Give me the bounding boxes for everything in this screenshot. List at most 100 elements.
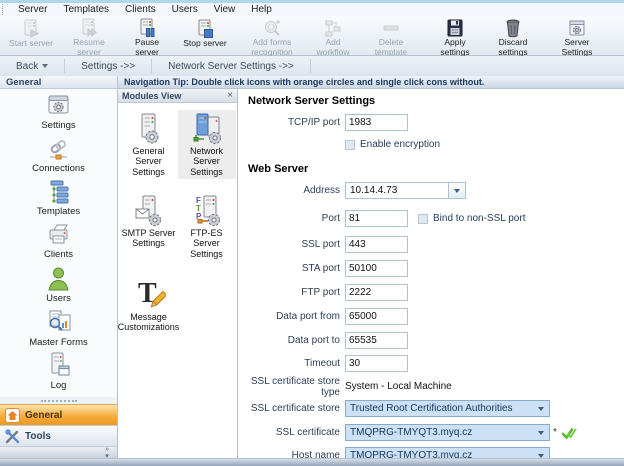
pause-server-label: Pause server	[122, 38, 172, 58]
sidebar-header: General	[0, 76, 118, 89]
tcp-port-input[interactable]	[345, 114, 408, 131]
clients-icon	[45, 222, 72, 248]
resume-server-label: Resume server	[64, 38, 114, 58]
address-dropdown-button[interactable]	[448, 182, 466, 199]
data-port-to-row: Data port to	[248, 332, 408, 349]
ftp-port-input[interactable]	[345, 284, 408, 301]
timeout-input[interactable]	[345, 355, 408, 372]
sidebar-item-connections[interactable]: Connections	[32, 136, 85, 179]
chevron-down-icon	[538, 431, 544, 435]
menu-users[interactable]: Users	[164, 4, 206, 15]
close-icon[interactable]: ×	[227, 90, 233, 101]
sidebar-tab-general[interactable]: General	[0, 404, 117, 425]
enable-encryption-checkbox[interactable]	[345, 140, 355, 150]
modules-panel-title: Modules View	[122, 91, 181, 101]
ssl-certificate-label: SSL certificate	[248, 427, 340, 438]
server-settings-button[interactable]: Server Settings	[548, 16, 606, 55]
cert-store-combobox[interactable]: Trusted Root Certification Authorities	[345, 400, 550, 417]
ssl-certificate-row: SSL certificate TMQPRG-TMYQT3.myq.cz *	[248, 424, 577, 441]
crumb-separator	[310, 59, 311, 73]
sidebar-item-users[interactable]: Users	[45, 265, 72, 308]
menu-server[interactable]: Server	[10, 4, 55, 15]
settings-crumb-label: Settings ->>	[81, 61, 135, 72]
add-workflow-label: Add workflow	[308, 38, 358, 58]
sidebar-item-clients[interactable]: Clients	[44, 222, 73, 265]
module-label: FTP-ES Server Settings	[178, 228, 236, 259]
sta-port-row: STA port	[248, 260, 408, 277]
module-general-server-settings[interactable]: General Server Settings	[120, 110, 178, 179]
certificate-valid-check-icon	[561, 426, 577, 440]
menu-help[interactable]: Help	[243, 4, 280, 15]
apply-settings-label: Apply settings	[430, 38, 480, 58]
data-port-from-label: Data port from	[248, 311, 340, 322]
discard-settings-icon	[503, 18, 523, 38]
delete-template-icon	[380, 18, 402, 38]
menu-view[interactable]: View	[206, 4, 244, 15]
address-row: Address 10.14.4.73	[248, 182, 466, 199]
status-strip	[0, 458, 624, 466]
port-label: Port	[248, 213, 340, 224]
add-workflow-button: Add workflow	[304, 16, 362, 55]
sta-port-input[interactable]	[345, 260, 408, 277]
pause-server-icon	[137, 18, 157, 38]
apply-settings-button[interactable]: Apply settings	[426, 16, 484, 55]
back-button[interactable]: Back	[0, 56, 64, 76]
sidebar-item-label: Master Forms	[29, 337, 88, 348]
module-smtp-server-settings[interactable]: SMTP Server Settings	[120, 192, 178, 261]
apply-settings-icon	[445, 18, 465, 38]
sidebar-items: Settings Connections Templates Clients U…	[0, 89, 117, 397]
sidebar-tab-tools[interactable]: Tools	[0, 425, 117, 446]
ssl-port-input[interactable]	[345, 236, 408, 253]
help-button[interactable]: ? Help	[612, 16, 624, 55]
menu-clients[interactable]: Clients	[117, 4, 164, 15]
port-input[interactable]	[345, 210, 408, 227]
application-window: Server Templates Clients Users View Help…	[0, 0, 624, 466]
sidebar-header-label: General	[6, 77, 41, 88]
pause-server-button[interactable]: Pause server	[118, 16, 176, 55]
message-customizations-icon: T	[132, 276, 166, 312]
chevron-down-icon	[538, 454, 544, 458]
sidebar-item-log[interactable]: Log	[45, 351, 72, 394]
sidebar-resize-grip[interactable]	[0, 397, 117, 404]
sidebar-item-templates[interactable]: Templates	[37, 179, 80, 222]
bind-non-ssl-checkbox[interactable]	[418, 214, 428, 224]
menu-grip	[2, 4, 6, 15]
address-combobox[interactable]: 10.14.4.73	[345, 182, 466, 199]
start-server-label: Start server	[9, 39, 53, 49]
start-server-button: Start server	[2, 16, 60, 55]
ssl-port-row: SSL port	[248, 236, 408, 253]
bind-non-ssl-label: Bind to non-SSL port	[433, 213, 525, 224]
modules-grid: General Server Settings Network Server S…	[118, 103, 237, 335]
sidebar-item-label: Clients	[44, 249, 73, 260]
network-server-settings-crumb[interactable]: Network Server Settings ->>	[152, 56, 310, 76]
module-label: SMTP Server Settings	[120, 228, 178, 249]
sidebar-tab-tools-label: Tools	[25, 431, 51, 442]
menu-templates[interactable]: Templates	[55, 4, 117, 15]
sidebar-item-label: Templates	[37, 206, 80, 217]
settings-form: Network Server Settings TCP/IP port Enab…	[238, 89, 624, 458]
master-forms-icon	[45, 308, 73, 336]
settings-crumb[interactable]: Settings ->>	[65, 56, 151, 76]
sidebar-overflow-bar[interactable]: »▾	[0, 446, 117, 458]
timeout-label: Timeout	[248, 358, 340, 369]
enable-encryption-label: Enable encryption	[360, 139, 440, 150]
sidebar-item-label: Users	[46, 293, 71, 304]
sidebar-item-settings[interactable]: Settings	[41, 93, 75, 136]
module-message-customizations[interactable]: T Message Customizations	[120, 274, 178, 335]
ssl-certificate-combobox[interactable]: TMQPRG-TMYQT3.myq.cz	[345, 424, 550, 441]
sidebar: Settings Connections Templates Clients U…	[0, 89, 118, 458]
stop-server-button[interactable]: Stop server	[176, 16, 234, 55]
discard-settings-button[interactable]: Discard settings	[484, 16, 542, 55]
module-network-server-settings[interactable]: Network Server Settings	[178, 110, 236, 179]
cert-store-row: SSL certificate store Trusted Root Certi…	[248, 400, 550, 417]
log-icon	[45, 351, 72, 379]
server-settings-icon	[567, 18, 587, 38]
add-forms-recognition-label: Add forms recognition	[244, 38, 300, 58]
cert-store-type-row: SSL certificate store type System - Loca…	[238, 378, 452, 395]
data-port-from-input[interactable]	[345, 308, 408, 325]
module-label: Message Customizations	[118, 312, 180, 333]
web-server-title: Web Server	[248, 163, 308, 175]
module-ftp-es-server-settings[interactable]: FTP FTP-ES Server Settings	[178, 192, 236, 261]
sidebar-item-master-forms[interactable]: Master Forms	[29, 308, 88, 351]
data-port-to-input[interactable]	[345, 332, 408, 349]
